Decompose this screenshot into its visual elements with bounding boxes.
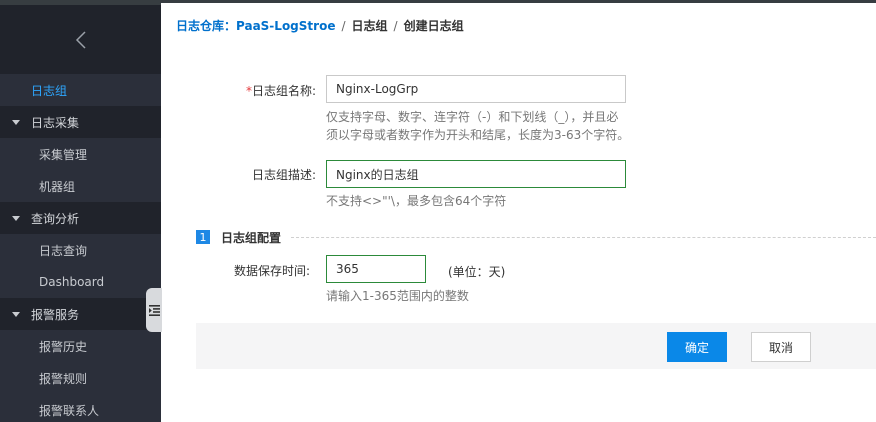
log-group-desc-hint: 不支持<>"'\，最多包含64个字符 [326,194,507,208]
retention-hint: 请输入1-365范围内的整数 [326,289,469,303]
sidebar-item-log-group[interactable]: 日志组 [0,74,161,106]
sidebar-group-alarm-service[interactable]: 报警服务 [0,298,161,330]
list-indent-icon [148,304,160,316]
breadcrumb-separator: / [393,18,398,33]
header-top-border [161,0,876,3]
sidebar-group-query-analysis[interactable]: 查询分析 [0,202,161,234]
caret-down-icon [12,311,20,317]
chevron-left-icon [75,30,86,49]
sidebar-item-label: 日志采集 [31,115,80,130]
log-group-name-hint: 仅支持字母、数字、连字符（-）和下划线（_），并且必 须以字母或者数字作为开头和… [326,108,656,144]
retention-days-value: 365 [336,262,359,276]
confirm-button[interactable]: 确定 [667,332,727,362]
log-group-name-input[interactable]: Nginx-LogGrp [326,75,626,103]
log-group-config-section-header: 1 日志组配置 [196,229,876,245]
breadcrumb-separator: / [341,18,346,33]
retention-days-input[interactable]: 365 [326,255,426,283]
app-root: 日志组 日志采集 采集管理 机器组 查询分析 日志查询 Dashboard 报警… [0,0,876,422]
breadcrumb-current: 创建日志组 [403,19,464,33]
sidebar-item-label: Dashboard [39,275,105,289]
retention-unit: (单位：天) [448,265,506,279]
sidebar-item-label: 报警规则 [39,371,88,386]
sidebar-item-dashboard[interactable]: Dashboard [0,266,161,298]
sidebar-item-label: 查询分析 [31,211,80,226]
sidebar-item-label: 机器组 [39,179,76,194]
sidebar-menu: 日志组 日志采集 采集管理 机器组 查询分析 日志查询 Dashboard 报警… [0,74,161,422]
log-group-desc-input[interactable]: Nginx的日志组 [326,160,626,188]
sidebar-item-label: 采集管理 [39,147,88,162]
sidebar-item-alarm-contacts[interactable]: 报警联系人 [0,394,161,422]
section-number-badge: 1 [196,230,210,244]
sidebar-group-log-collection[interactable]: 日志采集 [0,106,161,138]
sidebar-item-label: 日志组 [31,83,68,98]
sidebar-item-label: 报警联系人 [39,403,100,418]
sidebar-item-machine-group[interactable]: 机器组 [0,170,161,202]
section-divider [291,236,876,238]
log-group-name-label-text: 日志组名称: [251,84,316,98]
breadcrumb: 日志仓库：PaaS-LogStroe / 日志组 / 创建日志组 [176,17,464,34]
sidebar-item-label: 报警服务 [31,307,80,322]
log-group-name-hint-line1: 仅支持字母、数字、连字符（-）和下划线（_），并且必 [326,110,619,124]
breadcrumb-log-group[interactable]: 日志组 [352,17,388,34]
log-group-name-value: Nginx-LogGrp [336,82,419,96]
log-group-name-hint-line2: 须以字母或者数字作为开头和结尾，长度为3-63个字符。 [326,128,630,142]
retention-label: 数据保存时间: [233,264,310,278]
section-title: 日志组配置 [221,230,282,245]
breadcrumb-log-store-link[interactable]: 日志仓库：PaaS-LogStroe [176,17,335,34]
cancel-button[interactable]: 取消 [751,332,811,362]
sidebar-toggle-handle[interactable] [146,288,162,332]
caret-down-icon [12,119,20,125]
sidebar-collapse-button[interactable] [0,5,161,74]
log-group-name-label: *日志组名称: [166,82,316,99]
sidebar-item-alarm-history[interactable]: 报警历史 [0,330,161,362]
sidebar: 日志组 日志采集 采集管理 机器组 查询分析 日志查询 Dashboard 报警… [0,0,161,422]
sidebar-item-label: 日志查询 [39,243,88,258]
caret-down-icon [12,215,20,221]
sidebar-item-log-query[interactable]: 日志查询 [0,234,161,266]
log-group-desc-label: 日志组描述: [251,168,316,182]
sidebar-item-collection-management[interactable]: 采集管理 [0,138,161,170]
sidebar-item-alarm-rules[interactable]: 报警规则 [0,362,161,394]
sidebar-item-label: 报警历史 [39,339,88,354]
log-group-desc-value: Nginx的日志组 [336,167,419,182]
